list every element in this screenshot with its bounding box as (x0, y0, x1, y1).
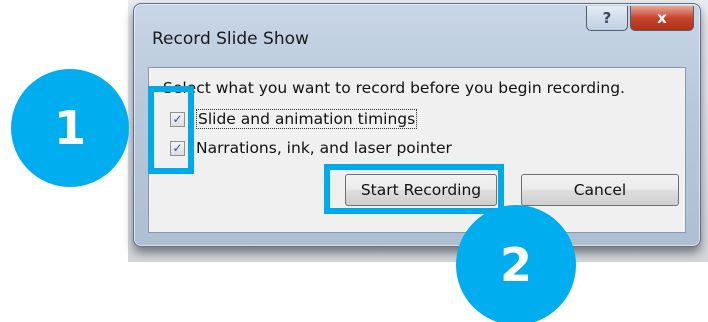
instruction-text: Select what you want to record before yo… (163, 79, 625, 97)
checkbox-highlight-frame (148, 86, 194, 174)
slide-timings-label[interactable]: Slide and animation timings (196, 109, 418, 129)
caption-buttons: ? x (586, 6, 694, 31)
step-1-badge: 1 (11, 69, 129, 187)
narrations-label[interactable]: Narrations, ink, and laser pointer (196, 139, 452, 157)
start-button-highlight-frame (324, 164, 504, 214)
dialog-title: Record Slide Show (152, 29, 309, 49)
close-button[interactable]: x (630, 6, 694, 31)
screenshot-stage: Record Slide Show ? x Select what you wa… (0, 0, 708, 322)
help-icon: ? (602, 9, 612, 27)
cancel-button[interactable]: Cancel (521, 174, 679, 206)
close-icon: x (657, 9, 667, 27)
option-narrations[interactable]: ✓ Narrations, ink, and laser pointer (170, 139, 452, 157)
option-slide-timings[interactable]: ✓ Slide and animation timings (170, 109, 418, 129)
step-2-badge: 2 (456, 205, 576, 322)
help-button[interactable]: ? (586, 6, 628, 31)
